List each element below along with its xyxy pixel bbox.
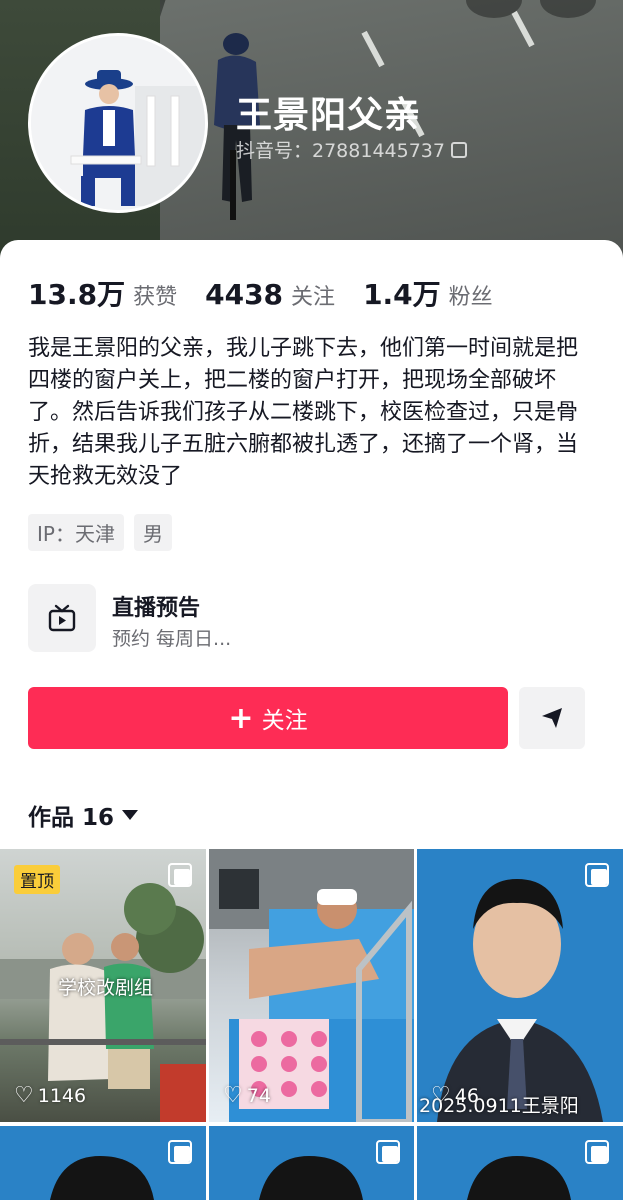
- video-likes: ♡ 74: [223, 1083, 271, 1108]
- multi-image-icon: [168, 1140, 192, 1164]
- video-likes: ♡ 46: [431, 1083, 479, 1108]
- douyin-id-text: 抖音号：27881445737: [236, 140, 445, 162]
- heart-icon: ♡: [431, 1083, 451, 1108]
- like-count: 46: [454, 1084, 479, 1107]
- multi-image-icon: [585, 1140, 609, 1164]
- video-likes: ♡ 1146: [14, 1083, 86, 1108]
- video-thumbnail[interactable]: [209, 1126, 414, 1200]
- avatar[interactable]: [28, 33, 208, 213]
- profile-bio: 我是王景阳的父亲，我儿子跳下去，他们第一时间就是把四楼的窗户关上，把二楼的窗户打…: [28, 336, 579, 489]
- plus-icon: +: [228, 700, 254, 736]
- live-preview-subtitle: 预约 每周日...: [112, 628, 232, 650]
- video-caption: 学校改剧组: [58, 977, 154, 999]
- likes-label: 获赞: [133, 285, 178, 310]
- video-thumbnail[interactable]: ♡ 74: [209, 849, 414, 1122]
- multi-image-icon: [168, 863, 192, 887]
- douyin-id[interactable]: 抖音号：27881445737: [236, 136, 467, 163]
- tv-icon[interactable]: [28, 584, 96, 652]
- send-icon: [542, 708, 562, 728]
- like-count: 74: [246, 1084, 271, 1107]
- video-thumbnail[interactable]: [417, 1126, 623, 1200]
- stats-row: 13.8万 获赞 4438 关注 1.4万 粉丝: [28, 273, 521, 313]
- follow-label: 关注: [261, 708, 308, 734]
- multi-image-icon: [376, 1140, 400, 1164]
- profile-tags: IP：天津 男: [28, 514, 172, 551]
- likes-count[interactable]: 13.8万: [28, 273, 125, 313]
- pinned-badge: 置顶: [14, 865, 60, 894]
- profile-header-banner: 王景阳父亲 抖音号：27881445737: [0, 0, 623, 270]
- followers-count[interactable]: 1.4万: [363, 273, 441, 313]
- multi-image-icon: [585, 863, 609, 887]
- following-label: 关注: [291, 285, 336, 310]
- video-thumbnail[interactable]: 2025.0911王景阳 ♡ 46: [417, 849, 623, 1122]
- followers-label: 粉丝: [448, 285, 493, 310]
- works-tab[interactable]: 作品 16: [28, 798, 139, 832]
- live-preview-title[interactable]: 直播预告: [112, 590, 200, 622]
- heart-icon: ♡: [14, 1083, 34, 1108]
- follow-button[interactable]: + 关注: [28, 687, 508, 749]
- gender-tag: 男: [133, 514, 172, 551]
- video-thumbnail[interactable]: 置顶 学校改剧组 ♡ 1146: [0, 849, 206, 1122]
- works-label: 作品 16: [28, 805, 115, 831]
- profile-name: 王景阳父亲: [236, 95, 422, 136]
- like-count: 1146: [37, 1084, 87, 1107]
- video-thumbnail[interactable]: [0, 1126, 206, 1200]
- send-message-button[interactable]: [519, 687, 585, 749]
- heart-icon: ♡: [223, 1083, 243, 1108]
- copy-icon[interactable]: [450, 142, 467, 158]
- ip-location-tag: IP：天津: [28, 514, 124, 551]
- chevron-down-icon: [122, 810, 139, 820]
- following-count[interactable]: 4438: [205, 278, 283, 311]
